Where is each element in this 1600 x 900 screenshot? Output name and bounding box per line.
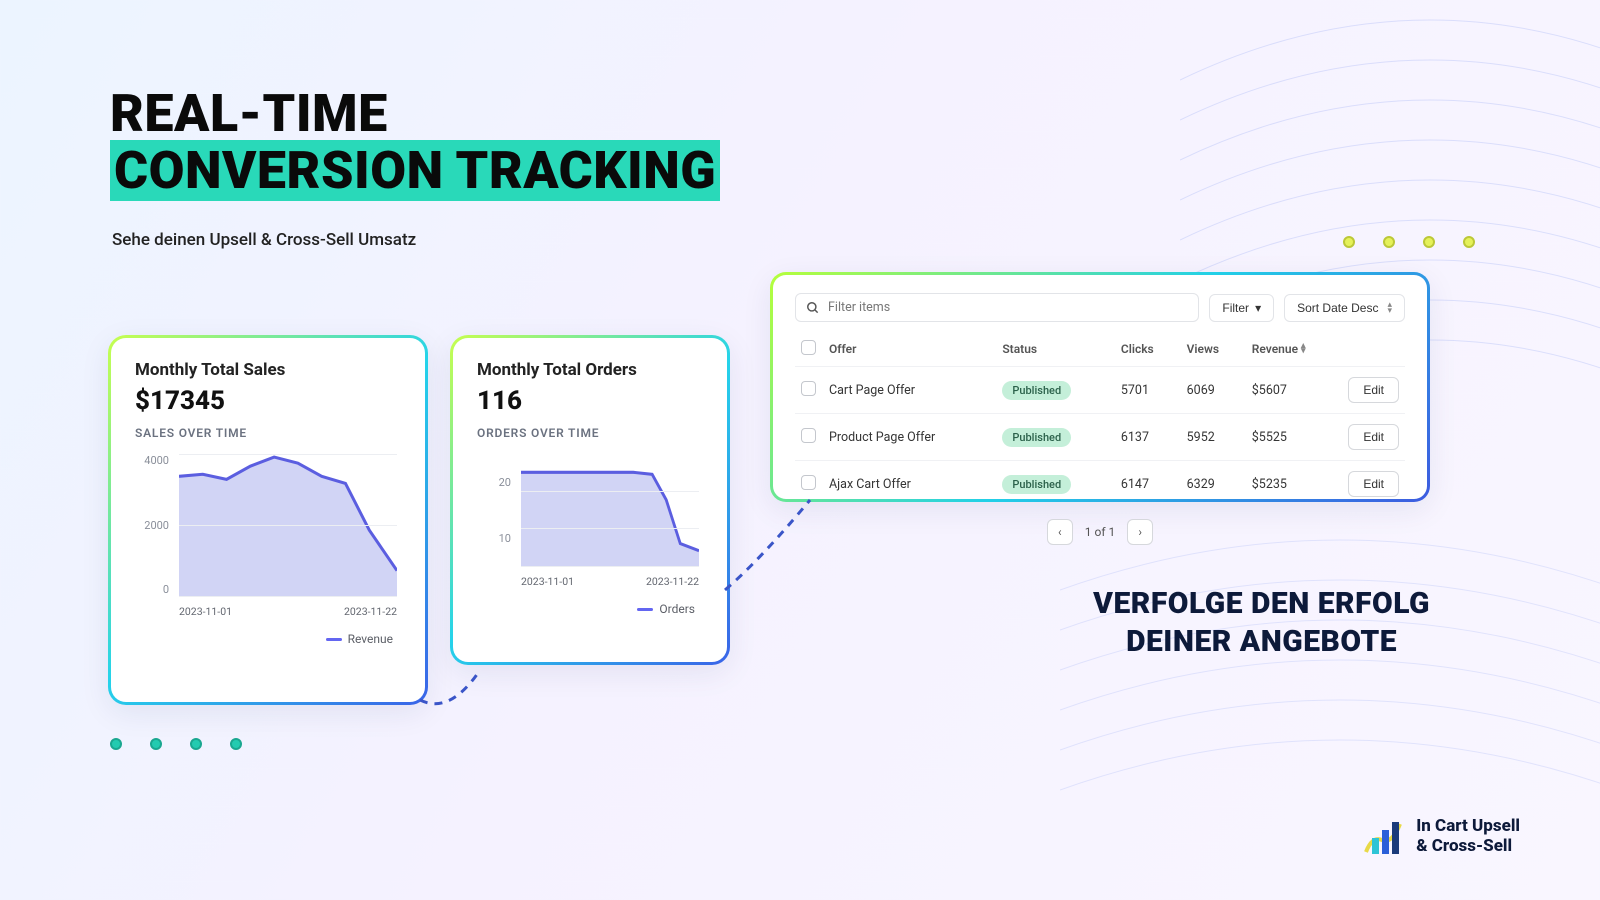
orders-chart: 20 10 2023-11-01 2023-11-22	[477, 454, 703, 594]
orders-card: Monthly Total Orders 116 ORDERS OVER TIM…	[450, 335, 730, 665]
orders-ytick: 20	[499, 476, 517, 489]
sales-ytick: 2000	[144, 519, 175, 532]
sales-card-title: Monthly Total Sales	[135, 360, 401, 380]
sales-chart: 4000 2000 0 2023-11-01 2023-11-22	[135, 454, 401, 624]
cell-clicks: 5701	[1115, 367, 1181, 414]
cell-offer: Ajax Cart Offer	[823, 461, 996, 508]
sales-ytick: 0	[163, 583, 175, 596]
status-badge: Published	[1002, 428, 1071, 447]
orders-xtick: 2023-11-22	[646, 575, 699, 588]
decorative-dots-yellow	[1343, 236, 1475, 248]
brand-logo: In Cart Upsell & Cross-Sell	[1362, 816, 1520, 858]
sales-legend: Revenue	[135, 632, 401, 646]
sales-ytick: 4000	[144, 454, 175, 467]
brand-line2: & Cross-Sell	[1416, 837, 1520, 857]
callout-line2: DEINER ANGEBOTE	[1126, 624, 1397, 659]
table-row: Product Page Offer Published 61375952$5525…	[795, 414, 1405, 461]
sales-xtick: 2023-11-01	[179, 605, 232, 618]
row-checkbox[interactable]	[801, 475, 816, 490]
edit-button[interactable]: Edit	[1348, 377, 1399, 403]
brand-line1: In Cart Upsell	[1416, 817, 1520, 837]
search-input[interactable]: Filter items	[795, 293, 1199, 322]
status-badge: Published	[1002, 475, 1071, 494]
cell-clicks: 6137	[1115, 414, 1181, 461]
col-views[interactable]: Views	[1181, 332, 1246, 367]
sales-card-value: $17345	[135, 386, 401, 416]
headline-line1: REAL-TIME	[110, 83, 388, 144]
cell-revenue: $5235	[1246, 461, 1343, 508]
page-indicator: 1 of 1	[1085, 525, 1115, 539]
sort-icon: ▴▾	[1301, 344, 1306, 355]
edit-button[interactable]: Edit	[1348, 424, 1399, 450]
orders-legend: Orders	[477, 602, 703, 616]
cell-clicks: 6147	[1115, 461, 1181, 508]
cell-views: 5952	[1181, 414, 1246, 461]
subtitle: Sehe deinen Upsell & Cross-Sell Umsatz	[112, 230, 416, 250]
sort-button[interactable]: Sort Date Desc▴▾	[1284, 294, 1405, 322]
headline: REAL-TIME CONVERSION TRACKING	[110, 85, 720, 199]
row-checkbox[interactable]	[801, 381, 816, 396]
orders-card-title: Monthly Total Orders	[477, 360, 703, 380]
orders-card-sublabel: ORDERS OVER TIME	[477, 426, 703, 440]
pagination: ‹ 1 of 1 ›	[795, 519, 1405, 545]
col-revenue[interactable]: Revenue▴▾	[1246, 332, 1343, 367]
cell-views: 6069	[1181, 367, 1246, 414]
cell-offer: Cart Page Offer	[823, 367, 996, 414]
headline-line2: CONVERSION TRACKING	[110, 140, 720, 201]
sales-card-sublabel: SALES OVER TIME	[135, 426, 401, 440]
filter-button[interactable]: Filter▾	[1209, 294, 1274, 322]
cell-revenue: $5607	[1246, 367, 1343, 414]
offers-table: Offer Status Clicks Views Revenue▴▾ Cart…	[795, 332, 1405, 507]
sort-icon: ▴▾	[1387, 302, 1392, 313]
callout-line1: VERFOLGE DEN ERFOLG	[1093, 586, 1430, 621]
orders-ytick: 10	[499, 532, 517, 545]
offers-table-card: Filter items Filter▾ Sort Date Desc▴▾ Of…	[770, 272, 1430, 502]
col-offer[interactable]: Offer	[823, 332, 996, 367]
cell-revenue: $5525	[1246, 414, 1343, 461]
next-page-button[interactable]: ›	[1127, 519, 1153, 545]
callout: VERFOLGE DEN ERFOLG DEINER ANGEBOTE	[1093, 585, 1430, 660]
edit-button[interactable]: Edit	[1348, 471, 1399, 497]
col-status[interactable]: Status	[996, 332, 1115, 367]
decorative-dots-teal	[110, 738, 242, 750]
orders-xtick: 2023-11-01	[521, 575, 574, 588]
table-row: Ajax Cart Offer Published 61476329$5235Edi…	[795, 461, 1405, 508]
brand-icon	[1362, 816, 1404, 858]
sales-xtick: 2023-11-22	[344, 605, 397, 618]
col-clicks[interactable]: Clicks	[1115, 332, 1181, 367]
cell-offer: Product Page Offer	[823, 414, 996, 461]
sales-card: Monthly Total Sales $17345 SALES OVER TI…	[108, 335, 428, 705]
select-all-checkbox[interactable]	[801, 340, 816, 355]
table-row: Cart Page Offer Published 57016069$5607Edi…	[795, 367, 1405, 414]
caret-down-icon: ▾	[1255, 301, 1261, 315]
status-badge: Published	[1002, 381, 1071, 400]
cell-views: 6329	[1181, 461, 1246, 508]
row-checkbox[interactable]	[801, 428, 816, 443]
search-icon	[806, 301, 820, 315]
orders-card-value: 116	[477, 386, 703, 416]
prev-page-button[interactable]: ‹	[1047, 519, 1073, 545]
